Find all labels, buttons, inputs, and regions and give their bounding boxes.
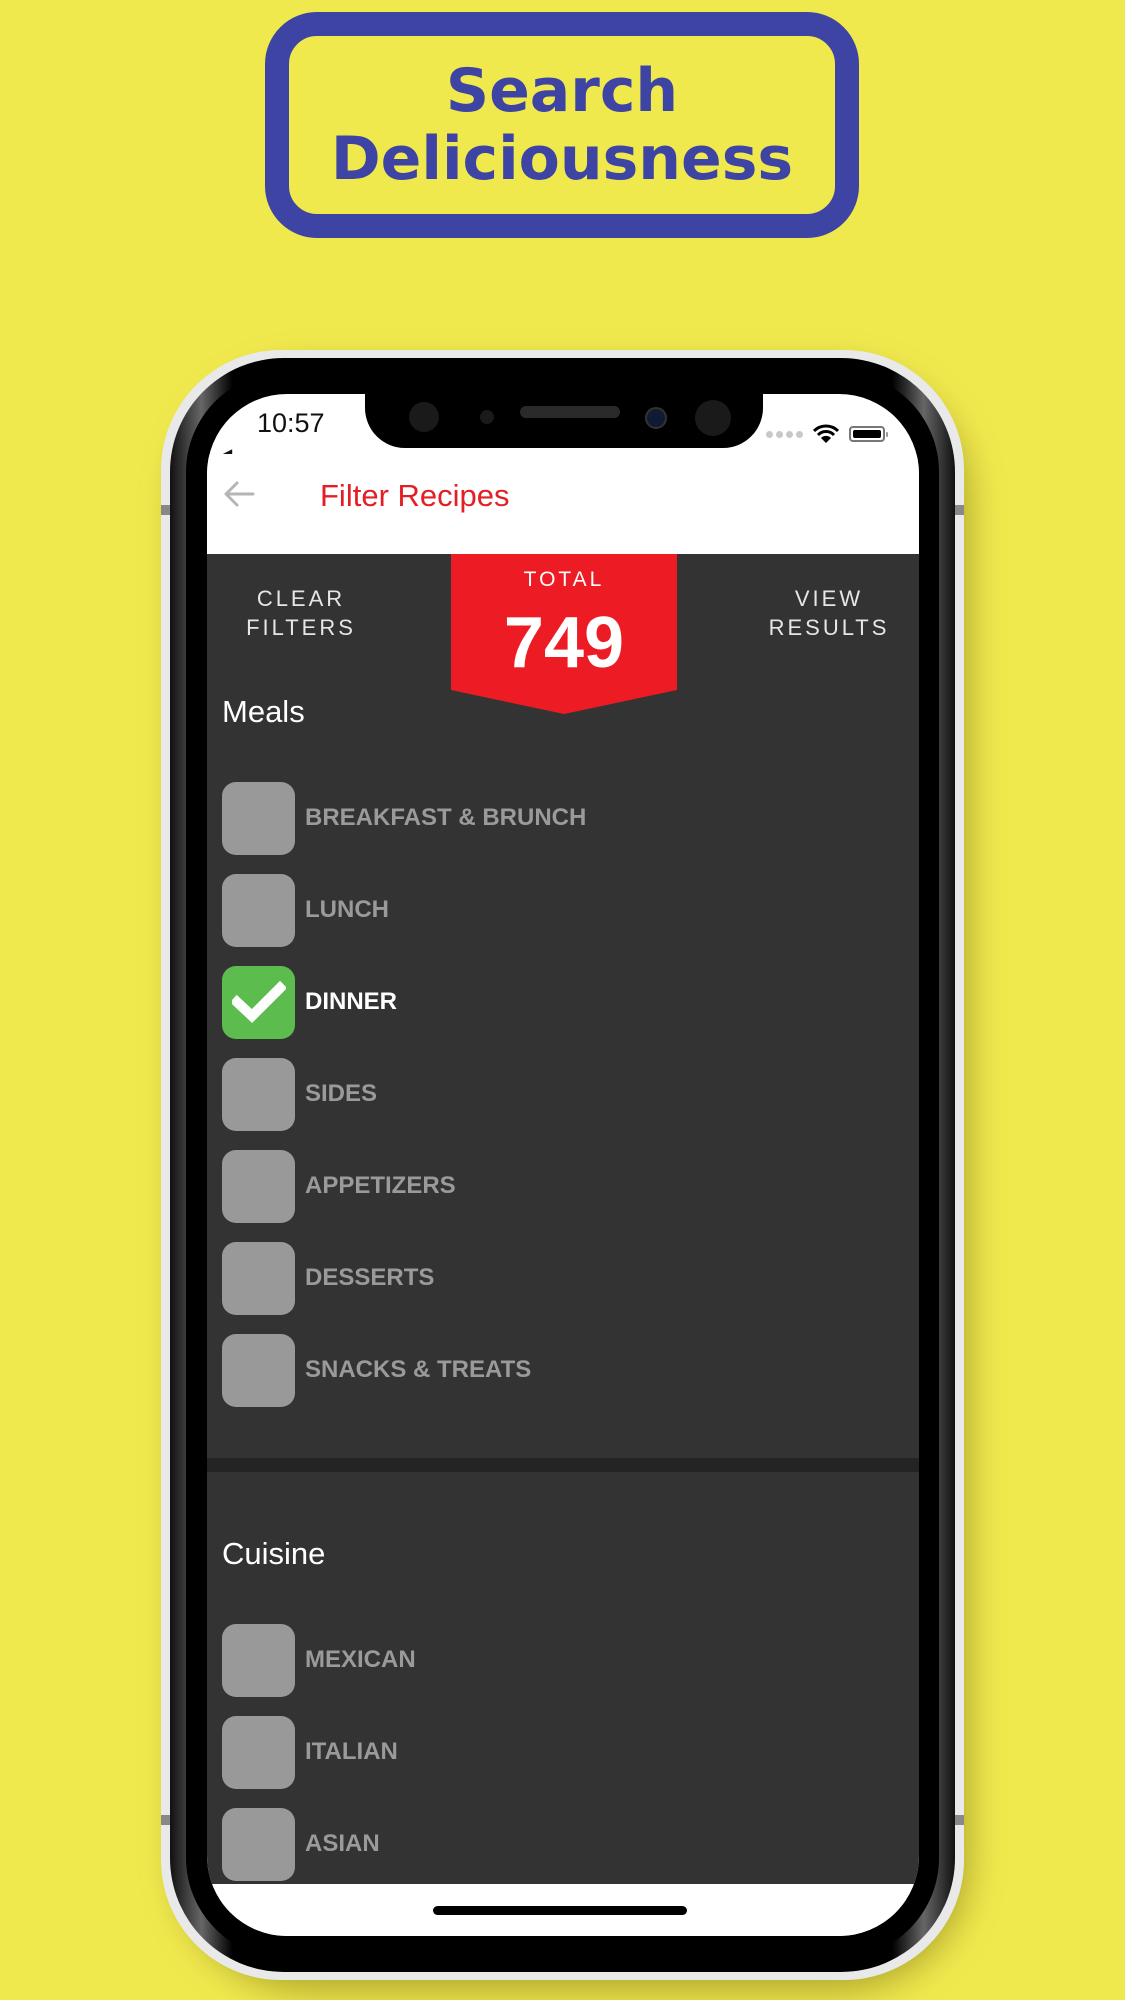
status-time: 10:57 [257,408,325,438]
wifi-icon [813,424,839,443]
phone-screen: 10:57 ◀ Filter Recipes CLEAR FILTERS TOT… [207,394,919,1936]
section-title-cuisine: Cuisine [222,1536,326,1571]
checkbox[interactable] [222,1057,295,1131]
action-label-line: CLEAR [256,586,346,611]
option-label: DESSERTS [305,1264,435,1291]
checkbox[interactable] [222,1807,295,1881]
option-appetizers[interactable]: APPETIZERS [222,1140,586,1232]
device-notch [365,394,763,448]
option-label: MEXICAN [305,1646,416,1673]
option-sides[interactable]: SIDES [222,1048,586,1140]
checkbox[interactable] [222,781,295,855]
signal-dots-icon [766,430,803,438]
meals-option-list: BREAKFAST & BRUNCH LUNCH DINNER SIDES AP… [222,772,586,1416]
total-count-badge: TOTAL 749 [451,554,677,714]
option-italian[interactable]: ITALIAN [222,1706,416,1798]
sensor-icon [409,402,439,432]
sensor-icon [695,400,731,436]
option-label: BREAKFAST & BRUNCH [305,804,587,831]
camera-icon [645,407,667,429]
option-snacks-treats[interactable]: SNACKS & TREATS [222,1324,586,1416]
checkmark-icon [232,980,286,1023]
status-icons [766,424,888,444]
promo-headline-line1: Search [445,56,679,126]
option-label: DINNER [305,988,398,1015]
option-label: LUNCH [305,896,389,923]
sensor-icon [480,410,494,424]
option-dinner[interactable]: DINNER [222,956,586,1048]
section-divider [207,1458,919,1472]
checkbox-checked[interactable] [222,965,295,1039]
option-mexican[interactable]: MEXICAN [222,1614,416,1706]
total-label: TOTAL [523,568,605,591]
speaker-grille [520,406,620,418]
home-indicator[interactable] [433,1906,687,1915]
option-asian[interactable]: ASIAN [222,1798,416,1890]
option-lunch[interactable]: LUNCH [222,864,586,956]
option-label: SIDES [305,1080,378,1107]
total-value: 749 [503,603,625,683]
action-label-line: FILTERS [246,615,356,640]
action-label-line: VIEW [794,586,864,611]
page-title: Filter Recipes [320,478,510,513]
battery-icon [849,426,888,442]
option-label: ITALIAN [305,1738,398,1765]
filter-panel: CLEAR FILTERS TOTAL 749 VIEW RESULTS Meals… [207,554,919,1884]
cuisine-option-list: MEXICAN ITALIAN ASIAN [222,1614,416,1890]
option-desserts[interactable]: DESSERTS [222,1232,586,1324]
option-breakfast-brunch[interactable]: BREAKFAST & BRUNCH [222,772,586,864]
checkbox[interactable] [222,1623,295,1697]
checkbox[interactable] [222,873,295,947]
checkbox[interactable] [222,1333,295,1407]
home-indicator-area [207,1884,919,1936]
view-results-button[interactable]: VIEW RESULTS [749,584,909,642]
option-label: SNACKS & TREATS [305,1356,532,1383]
option-label: ASIAN [305,1830,380,1857]
promo-headline-line2: Deliciousness [330,124,794,194]
option-label: APPETIZERS [305,1172,456,1199]
filter-actions-bar: CLEAR FILTERS TOTAL 749 VIEW RESULTS [207,554,919,714]
checkbox[interactable] [222,1715,295,1789]
checkbox[interactable] [222,1149,295,1223]
app-bar: Filter Recipes [207,454,919,554]
clear-filters-button[interactable]: CLEAR FILTERS [221,584,381,642]
checkbox[interactable] [222,1241,295,1315]
promo-headline-box: Search Deliciousness [265,12,859,238]
action-label-line: RESULTS [768,615,890,640]
arrow-left-icon[interactable] [219,474,259,514]
section-title-meals: Meals [222,694,305,729]
